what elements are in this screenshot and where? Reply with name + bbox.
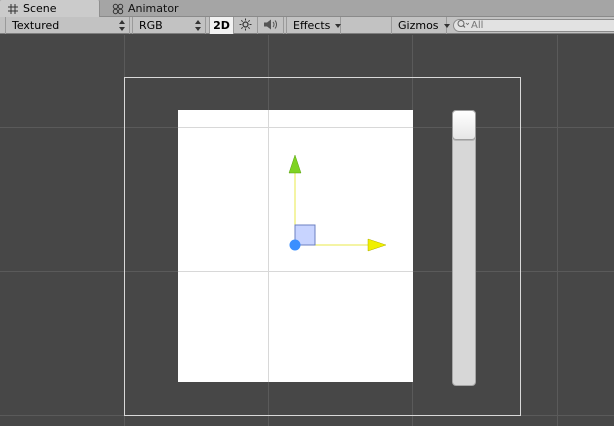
updown-arrows-icon bbox=[195, 20, 201, 31]
search-box[interactable] bbox=[453, 19, 614, 32]
effects-dropdown[interactable]: Effects bbox=[286, 17, 342, 34]
grid-line bbox=[178, 271, 413, 272]
tab-animator-label: Animator bbox=[128, 2, 179, 15]
color-mode-value: RGB bbox=[139, 19, 163, 32]
tab-animator[interactable]: Animator bbox=[105, 0, 195, 17]
gizmos-dropdown[interactable]: Gizmos bbox=[391, 17, 450, 34]
tab-bar: Scene Animator bbox=[0, 0, 614, 17]
lighting-toggle[interactable] bbox=[234, 17, 258, 34]
tab-scene[interactable]: Scene bbox=[0, 0, 100, 17]
search-icon bbox=[457, 19, 470, 32]
caret-down-icon bbox=[443, 23, 450, 28]
grid-line bbox=[268, 110, 269, 382]
scrollbar-track[interactable] bbox=[452, 110, 476, 386]
ui-panel[interactable] bbox=[178, 110, 413, 382]
scene-grid-icon bbox=[7, 3, 19, 15]
updown-arrows-icon bbox=[119, 20, 125, 31]
effects-label: Effects bbox=[293, 19, 331, 32]
animator-icon bbox=[112, 3, 124, 15]
render-mode-dropdown[interactable]: Textured bbox=[5, 17, 130, 34]
gizmos-label: Gizmos bbox=[398, 19, 439, 32]
grid-line bbox=[178, 127, 413, 128]
speaker-icon bbox=[263, 18, 279, 34]
2d-mode-label: 2D bbox=[213, 19, 230, 32]
audio-toggle[interactable] bbox=[258, 17, 284, 34]
scene-viewport[interactable] bbox=[0, 35, 614, 426]
search-input[interactable] bbox=[471, 20, 611, 31]
caret-down-icon bbox=[335, 23, 342, 28]
tab-scene-label: Scene bbox=[23, 2, 57, 15]
2d-mode-toggle[interactable]: 2D bbox=[209, 17, 234, 34]
scene-toolbar: Textured RGB 2D Effects Gizmos bbox=[0, 17, 614, 34]
sun-icon bbox=[239, 18, 252, 34]
grid-line bbox=[557, 35, 558, 426]
scrollbar-handle[interactable] bbox=[452, 110, 476, 140]
render-mode-value: Textured bbox=[12, 19, 60, 32]
color-mode-dropdown[interactable]: RGB bbox=[132, 17, 206, 34]
